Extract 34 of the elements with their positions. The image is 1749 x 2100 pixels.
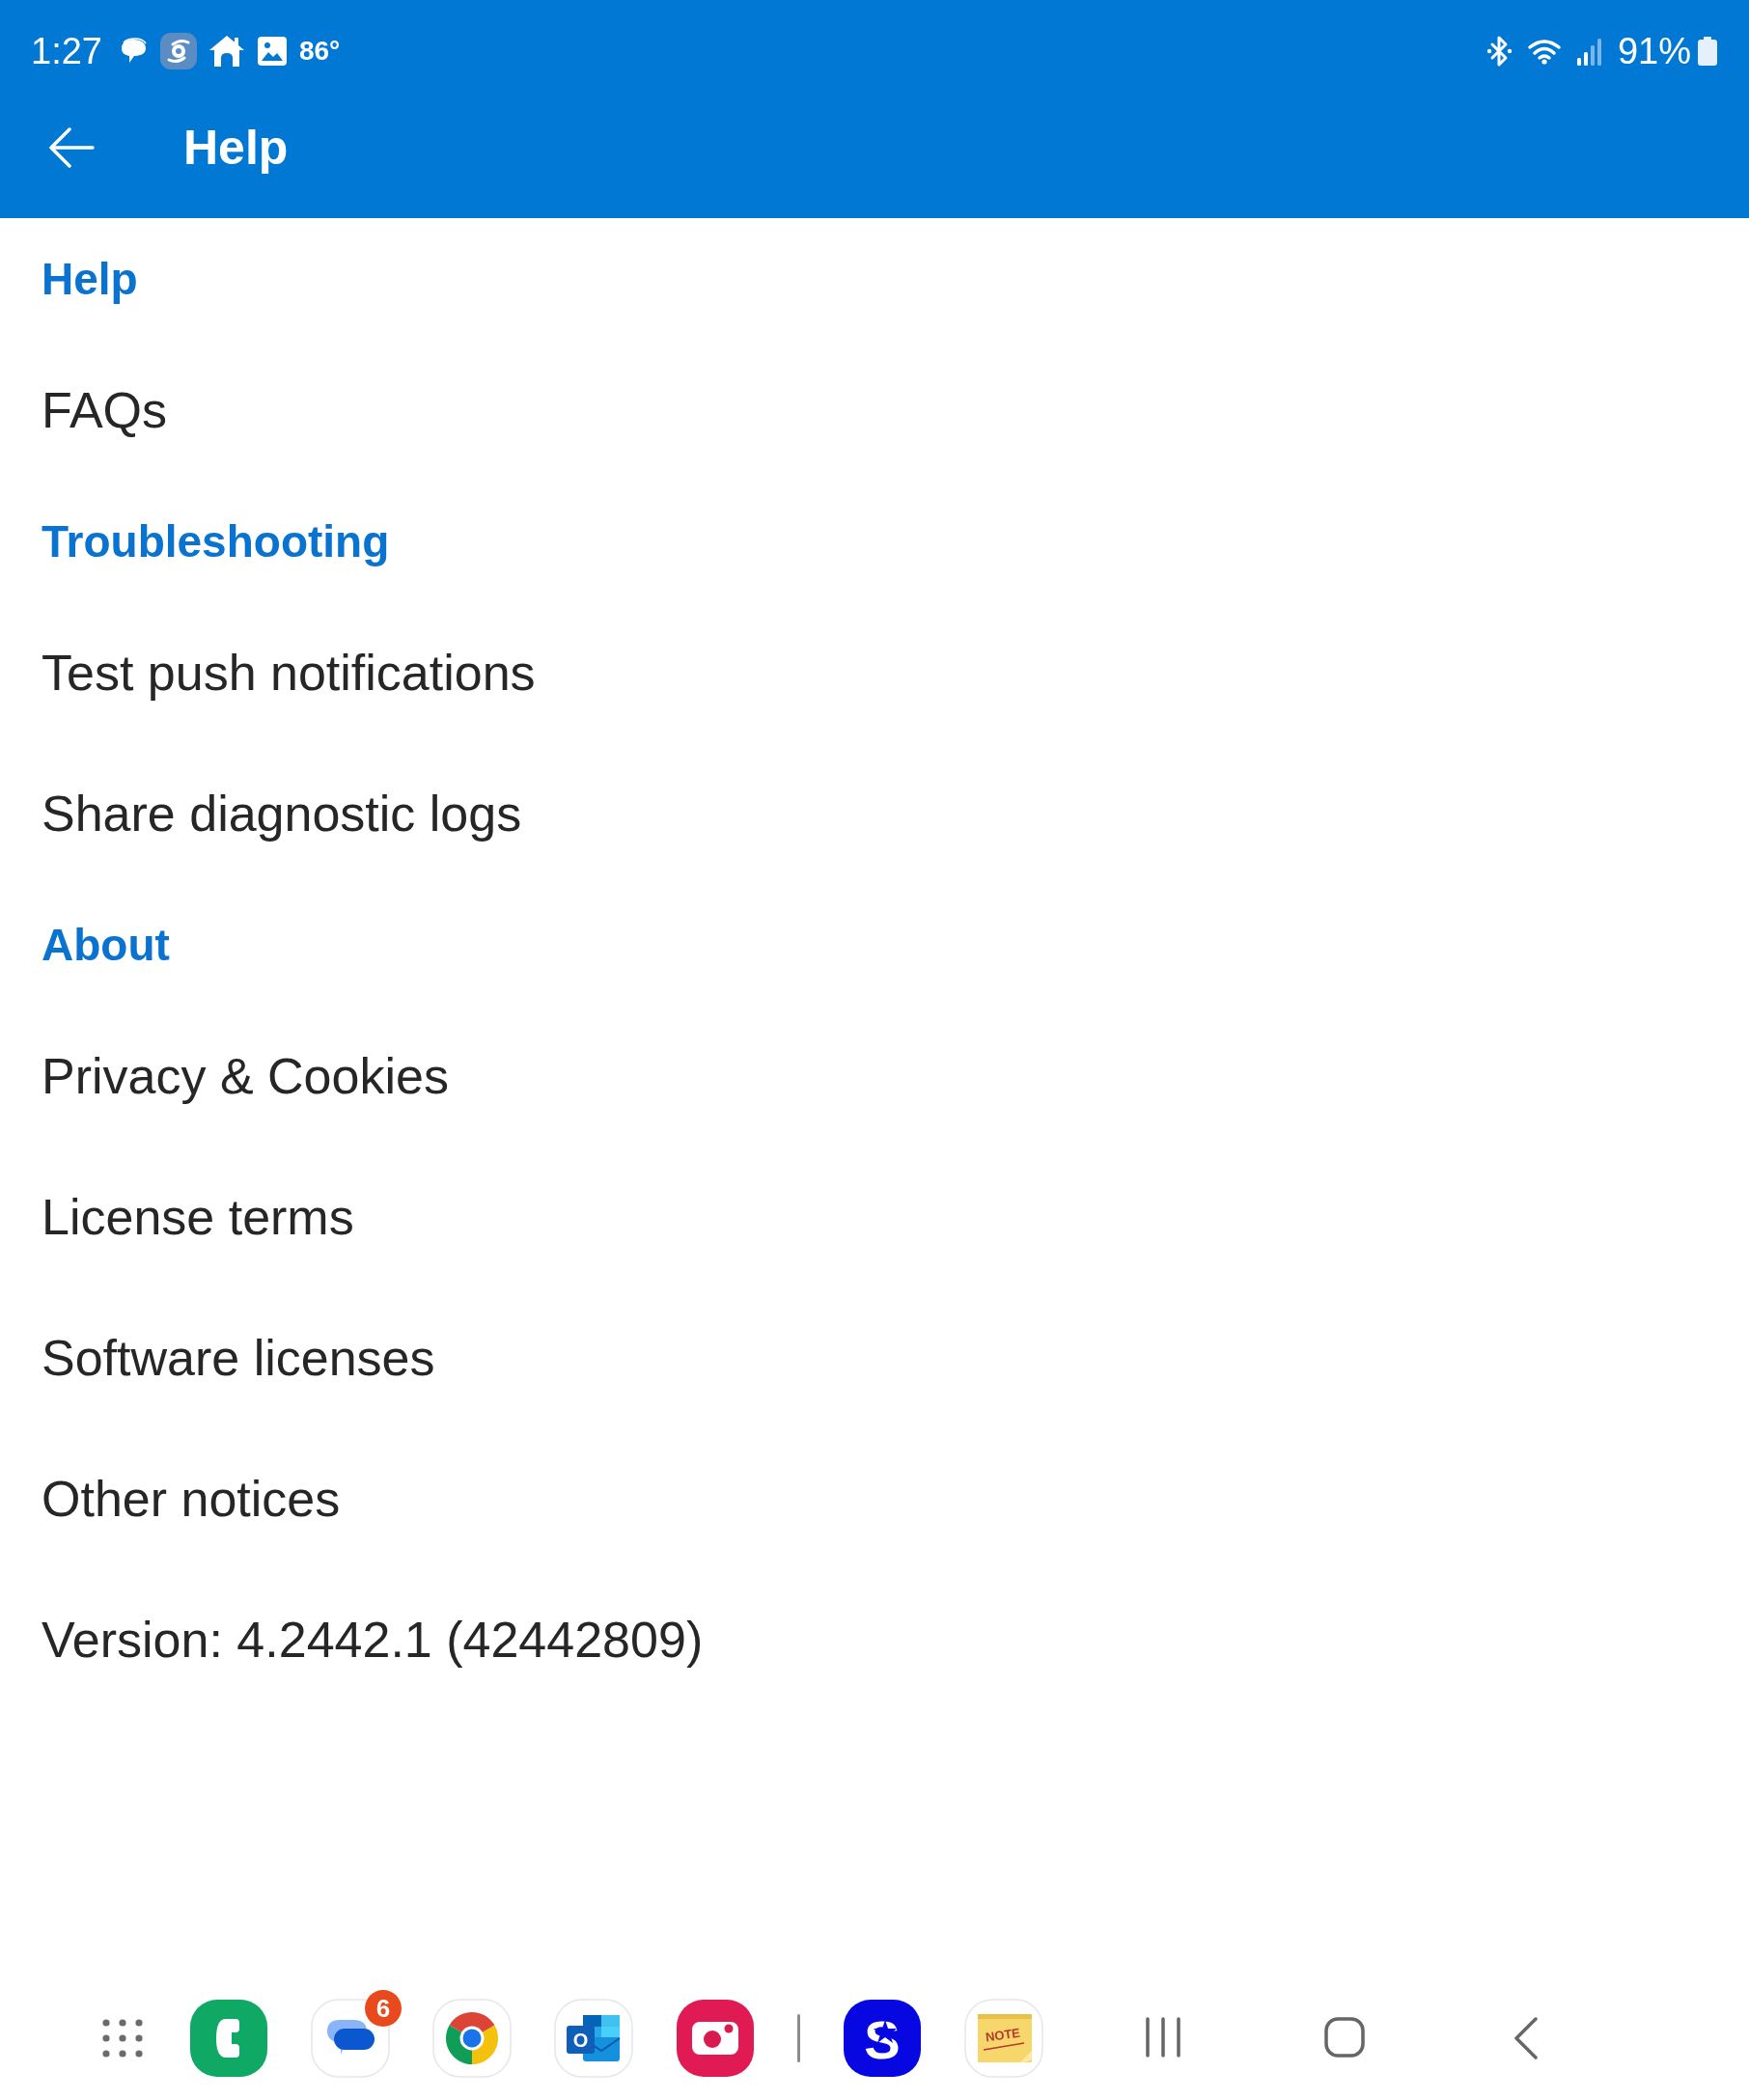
temperature-text: 86° (298, 36, 341, 67)
hurricane-icon (159, 33, 197, 69)
battery-percent: 91% (1617, 30, 1691, 72)
menu-item[interactable]: Software licenses (42, 1329, 435, 1387)
wifi-icon (1526, 38, 1562, 65)
battery-icon (1697, 37, 1718, 66)
signal-icon (1575, 37, 1603, 66)
menu-item[interactable]: Test push notifications (42, 644, 536, 702)
camera-app-icon[interactable] (676, 1999, 755, 2078)
mail-app-icon[interactable]: O (554, 1999, 633, 2078)
section-heading: Help (42, 253, 138, 305)
home-button-icon[interactable] (1324, 2017, 1365, 2058)
section-heading: Troubleshooting (42, 515, 390, 567)
recent-apps-icon[interactable] (1144, 2017, 1182, 2058)
sticky-note-icon[interactable]: NOTE (964, 1999, 1043, 2078)
menu-item[interactable]: License terms (42, 1188, 354, 1246)
menu-item[interactable]: Privacy & Cookies (42, 1047, 449, 1105)
image-icon (256, 36, 288, 67)
notification-badge: 6 (365, 1990, 402, 2027)
menu-item[interactable]: Other notices (42, 1470, 341, 1528)
phone-app-icon[interactable] (189, 1999, 268, 2078)
chat-app-icon[interactable] (311, 1999, 390, 2078)
bluetooth-icon (1485, 35, 1513, 68)
clock-time: 1:27 (31, 30, 102, 72)
menu-item[interactable]: FAQs (42, 381, 168, 439)
app-grid-icon[interactable] (102, 2019, 143, 2058)
circle-logo-icon[interactable] (432, 1999, 512, 2078)
version-text: Version: 4.2442.1 (42442809) (42, 1611, 704, 1669)
section-heading: About (42, 919, 170, 971)
menu-item[interactable]: Share diagnostic logs (42, 785, 522, 843)
screen-title: Help (183, 120, 289, 176)
back-arrow-icon[interactable] (48, 127, 95, 168)
home-icon (208, 35, 245, 68)
back-icon[interactable] (1513, 2017, 1539, 2059)
